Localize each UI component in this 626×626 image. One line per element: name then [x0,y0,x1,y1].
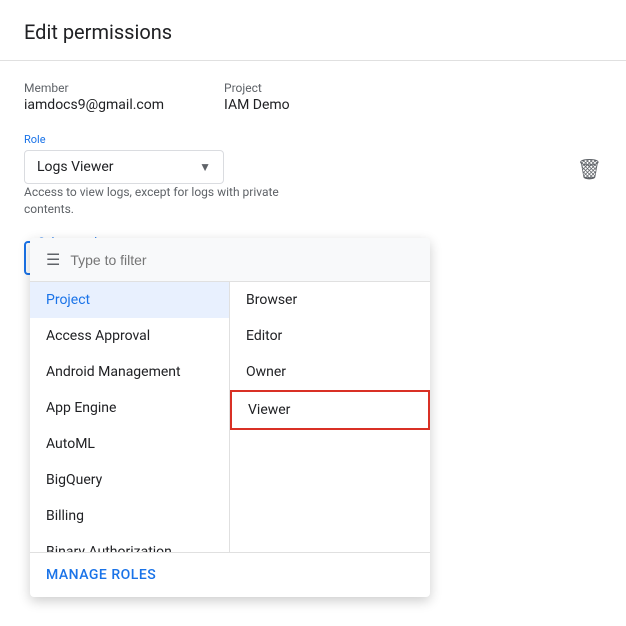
list-item-viewer[interactable]: Viewer [230,390,430,430]
list-item[interactable]: Billing [30,498,229,534]
chevron-down-icon: ▼ [199,160,211,174]
list-item[interactable]: Binary Authorization [30,534,229,552]
role-value: Logs Viewer [37,159,114,175]
role-block: Role Logs Viewer ▼ Access to view logs, … [24,133,561,218]
list-item[interactable]: App Engine [30,390,229,426]
page: Edit permissions Member iamdocs9@gmail.c… [0,0,626,626]
left-column: Project Access Approval Android Manageme… [30,282,230,552]
right-column: Browser Editor Owner Viewer [230,282,430,552]
list-item[interactable]: AutoML [30,426,229,462]
member-label: Member [24,81,164,95]
list-item[interactable]: Android Management [30,354,229,390]
dropdown-columns: Project Access Approval Android Manageme… [30,282,430,552]
role-dropdown[interactable]: Logs Viewer ▼ [24,150,224,184]
member-value: iamdocs9@gmail.com [24,97,164,113]
filter-row: ☰ [30,238,430,282]
project-label: Project [224,81,290,95]
member-section: Member iamdocs9@gmail.com [24,81,164,113]
project-value: IAM Demo [224,97,290,113]
role-description: Access to view logs, except for logs wit… [24,184,324,218]
manage-roles-link[interactable]: MANAGE ROLES [30,552,430,597]
delete-button-1[interactable]: 🗑 [577,157,602,181]
list-item[interactable]: Owner [230,354,430,390]
list-item[interactable]: Access Approval [30,318,229,354]
role-row: Role Logs Viewer ▼ Access to view logs, … [24,133,602,218]
dropdown-panel: ☰ Project Access Approval Android Manage… [30,238,430,597]
project-section: Project IAM Demo [224,81,290,113]
list-item[interactable]: Browser [230,282,430,318]
filter-icon: ☰ [46,250,60,269]
meta-row: Member iamdocs9@gmail.com Project IAM De… [24,81,602,113]
list-item[interactable]: Project [30,282,229,318]
filter-input[interactable] [70,252,414,268]
role-label: Role [24,133,561,146]
list-item[interactable]: Editor [230,318,430,354]
header: Edit permissions [0,0,626,61]
list-item[interactable]: BigQuery [30,462,229,498]
page-title: Edit permissions [24,20,602,44]
